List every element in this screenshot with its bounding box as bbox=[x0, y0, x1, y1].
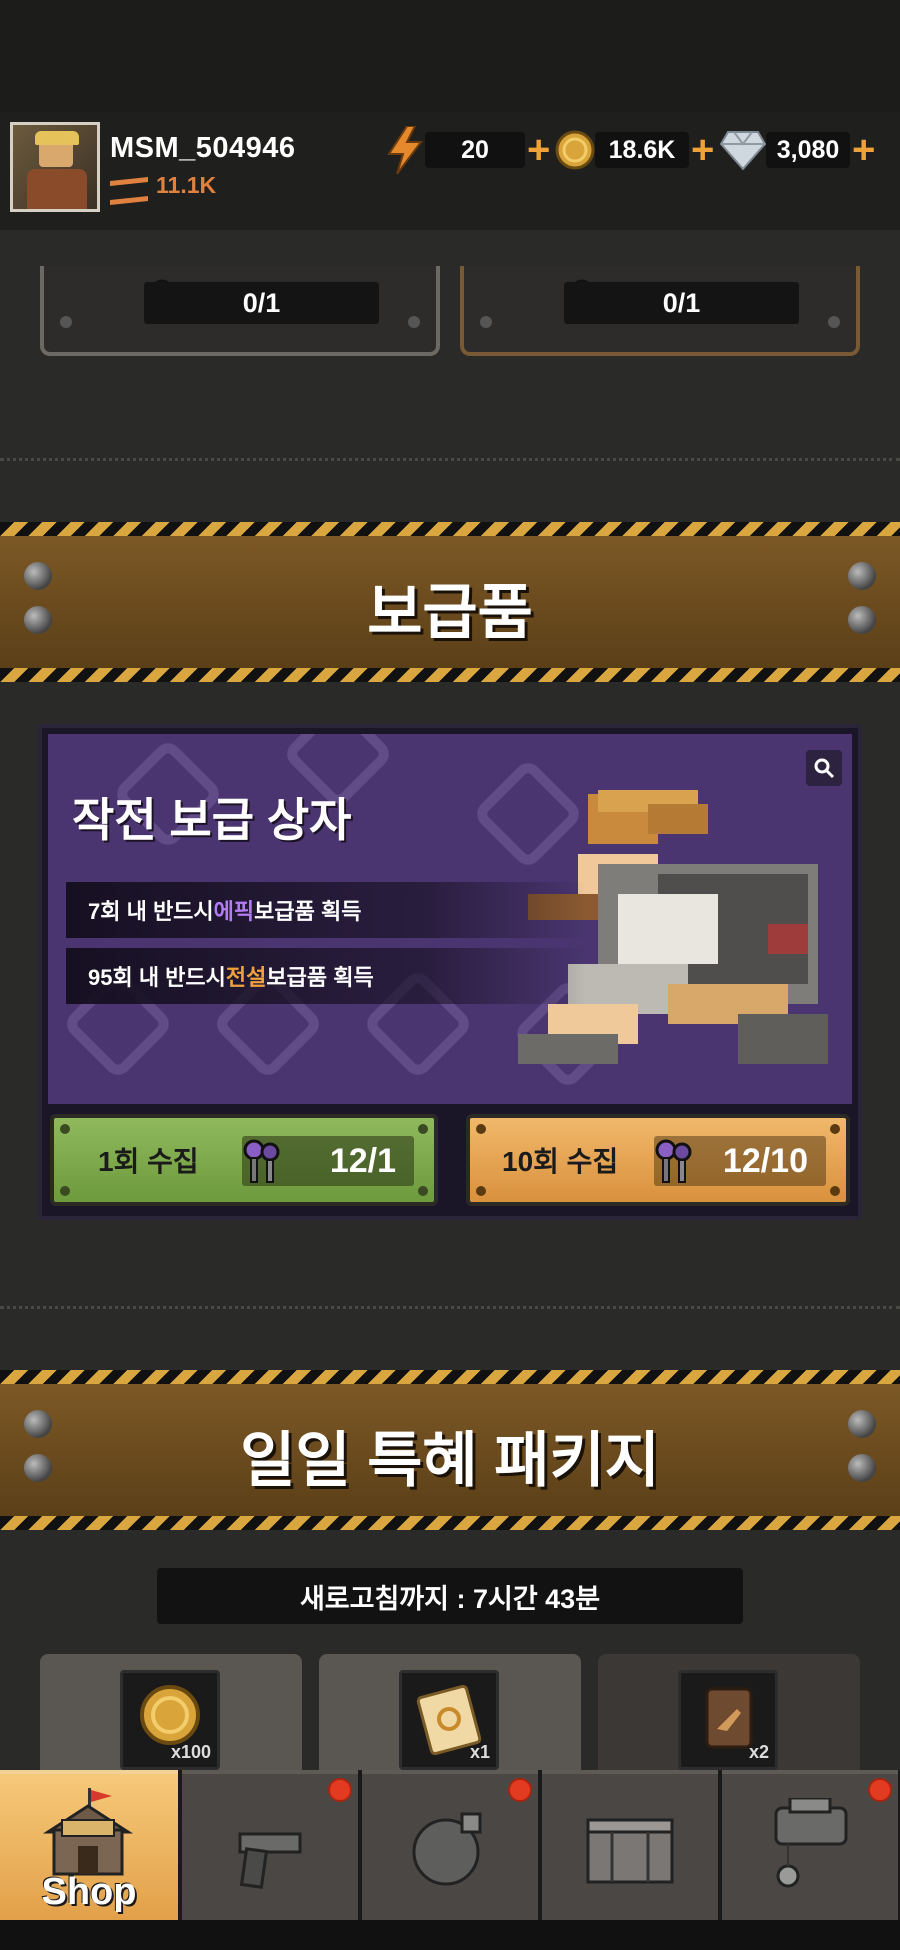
line-text: 보급품 획득 bbox=[254, 899, 362, 924]
ticket-icon: x1 bbox=[399, 1670, 499, 1770]
collect-1-label: 1회 수집 bbox=[98, 1146, 199, 1177]
tab-vehicle[interactable] bbox=[722, 1770, 898, 1920]
weapon-card-icon: x2 bbox=[678, 1670, 778, 1770]
supply-box-title: 작전 보급 상자 bbox=[72, 794, 352, 846]
tab-bomb[interactable] bbox=[362, 1770, 538, 1920]
rank-value: 11.1K bbox=[156, 172, 217, 198]
bottom-tab-bar: Shop bbox=[0, 1770, 900, 1920]
key-icon bbox=[240, 1138, 284, 1186]
tab-shop-label: Shop bbox=[41, 1871, 137, 1913]
crate-icon bbox=[586, 1818, 674, 1884]
epic-text: 에픽 bbox=[213, 899, 255, 924]
operation-supply-box: 작전 보급 상자 7회 내 반드시 에픽 보급품 획득 95회 내 반드시 전설… bbox=[38, 724, 862, 1220]
divider bbox=[0, 458, 900, 464]
daily-package-banner: 일일 특혜 패키지 bbox=[0, 1370, 900, 1530]
key-panel-left[interactable]: 0/1 bbox=[40, 266, 440, 356]
tab-shop[interactable]: Shop bbox=[0, 1770, 178, 1920]
add-energy-button[interactable]: + bbox=[527, 130, 550, 170]
gem-value: 3,080 bbox=[766, 132, 850, 168]
rank-badge: 11.1K bbox=[110, 172, 216, 199]
daily-card-qty: x1 bbox=[469, 1742, 490, 1762]
bomb-icon bbox=[412, 1812, 482, 1886]
collect-1-button[interactable]: 1회 수집 12/1 bbox=[50, 1114, 438, 1206]
tab-crate[interactable] bbox=[542, 1770, 718, 1920]
energy-bolt-icon bbox=[385, 126, 425, 174]
line-text: 보급품 획득 bbox=[266, 965, 374, 990]
rank-wings-icon bbox=[110, 175, 148, 197]
collect-10-label: 10회 수집 bbox=[502, 1146, 619, 1177]
supply-banner-title: 보급품 bbox=[367, 579, 533, 646]
epic-guarantee-line: 7회 내 반드시 에픽 보급품 획득 bbox=[66, 882, 586, 938]
supply-banner: 보급품 bbox=[0, 522, 900, 682]
supply-box-art: 작전 보급 상자 7회 내 반드시 에픽 보급품 획득 95회 내 반드시 전설… bbox=[48, 734, 852, 1104]
notification-dot bbox=[328, 1778, 352, 1802]
gem-resource: 3,080 + bbox=[720, 128, 875, 172]
gold-value: 18.6K bbox=[595, 132, 689, 168]
system-nav-area bbox=[0, 1920, 900, 1950]
key-count: 0/1 bbox=[144, 282, 379, 324]
tab-weapon[interactable] bbox=[182, 1770, 358, 1920]
daily-card-qty: x100 bbox=[170, 1742, 211, 1762]
key-icon bbox=[652, 1138, 696, 1186]
gold-resource: 18.6K + bbox=[555, 128, 714, 172]
player-header: MSM_504946 11.1K 20 + 18.6K + 3,080 + bbox=[0, 112, 900, 230]
diamond-icon bbox=[720, 130, 766, 170]
legend-guarantee-line: 95회 내 반드시 전설 보급품 획득 bbox=[66, 948, 586, 1004]
line-text: 95회 내 반드시 bbox=[88, 965, 226, 990]
avatar[interactable] bbox=[10, 122, 100, 212]
legend-text: 전설 bbox=[225, 965, 267, 990]
key-count: 0/1 bbox=[564, 282, 799, 324]
gold-coin-icon: x100 bbox=[120, 1670, 220, 1770]
refresh-timer: 새로고침까지 : 7시간 43분 bbox=[157, 1568, 743, 1624]
shop-tent-icon bbox=[42, 1788, 134, 1876]
key-panel-right[interactable]: 0/1 bbox=[460, 266, 860, 356]
magnifier-icon[interactable] bbox=[806, 750, 842, 786]
collect-10-button[interactable]: 10회 수집 12/10 bbox=[466, 1114, 850, 1206]
add-gold-button[interactable]: + bbox=[691, 130, 714, 170]
line-text: 7회 내 반드시 bbox=[88, 899, 214, 924]
daily-package-title: 일일 특혜 패키지 bbox=[240, 1427, 660, 1494]
username: MSM_504946 bbox=[110, 132, 296, 164]
gold-coin-icon bbox=[555, 130, 595, 170]
add-gem-button[interactable]: + bbox=[852, 130, 875, 170]
notification-dot bbox=[868, 1778, 892, 1802]
pistol-icon bbox=[238, 1832, 302, 1889]
energy-value: 20 bbox=[425, 132, 525, 168]
energy-resource: 20 + bbox=[385, 126, 550, 174]
divider bbox=[0, 1306, 900, 1312]
status-bar bbox=[0, 0, 900, 112]
airdrop-vehicle-icon bbox=[774, 1798, 848, 1888]
notification-dot bbox=[508, 1778, 532, 1802]
daily-card-qty: x2 bbox=[748, 1742, 769, 1762]
